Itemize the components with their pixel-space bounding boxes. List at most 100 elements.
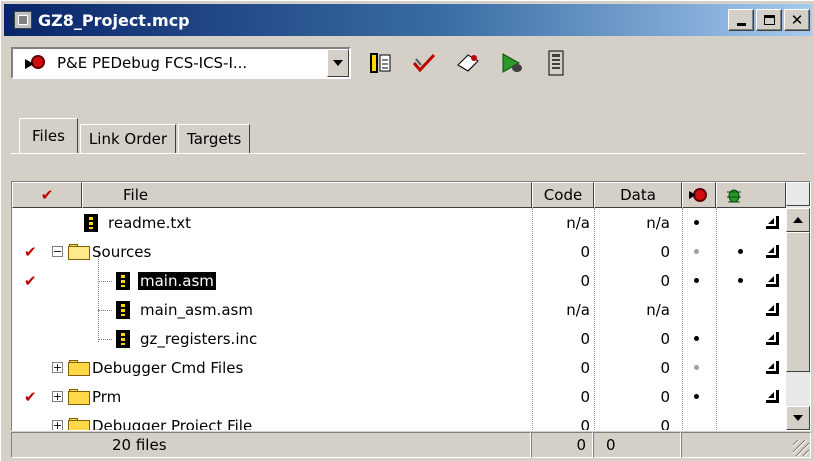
debug-target-icon — [689, 188, 707, 202]
folder-open-icon — [68, 237, 90, 266]
tab-files[interactable]: Files — [19, 118, 78, 154]
touch-check-icon[interactable]: ✔ — [24, 266, 37, 295]
column-debug[interactable] — [682, 182, 716, 208]
file-name: main_asm.asm — [140, 300, 253, 319]
code-size: 0 — [580, 416, 590, 431]
debug-marker[interactable] — [694, 382, 699, 411]
synchronize-button[interactable] — [453, 48, 483, 78]
target-dropdown-button[interactable] — [327, 49, 349, 77]
debug-button[interactable] — [497, 48, 527, 78]
column-data[interactable]: Data — [594, 182, 682, 208]
table-row[interactable]: readme.txt n/a n/a — [12, 208, 786, 237]
bug-marker[interactable] — [738, 237, 743, 266]
table-row[interactable]: gz_registers.inc 0 0 — [12, 324, 786, 353]
tab-divider — [11, 153, 806, 154]
project-tabs: Files Link Order Targets — [19, 118, 252, 154]
file-options-button[interactable] — [766, 266, 779, 295]
options-icon — [766, 390, 779, 403]
table-row[interactable]: main_asm.asm n/a n/a — [12, 295, 786, 324]
debug-marker[interactable] — [694, 237, 699, 266]
debug-marker[interactable] — [694, 208, 699, 237]
target-settings-button[interactable] — [365, 48, 395, 78]
file-options-button[interactable] — [766, 295, 779, 324]
data-size: 0 — [660, 271, 670, 290]
toolbar: P&E PEDebug FCS-ICS-I... — [11, 46, 571, 80]
group-name: Sources — [92, 242, 152, 261]
minimize-icon — [736, 22, 746, 26]
debug-target-icon — [25, 53, 47, 73]
tab-link-order[interactable]: Link Order — [79, 124, 177, 154]
file-options-button[interactable] — [766, 353, 779, 382]
title-bar[interactable]: GZ8_Project.mcp ✕ — [4, 4, 812, 36]
file-name: main.asm — [138, 271, 216, 290]
debug-marker[interactable] — [694, 266, 699, 295]
tab-targets[interactable]: Targets — [178, 124, 251, 154]
file-count: 20 files — [11, 432, 531, 458]
debug-marker[interactable] — [694, 324, 699, 353]
table-row[interactable]: + Debugger Cmd Files 0 0 — [12, 353, 786, 382]
vertical-scrollbar[interactable] — [786, 182, 810, 430]
scroll-down-button[interactable] — [786, 406, 810, 430]
bug-marker[interactable] — [738, 266, 743, 295]
expand-icon[interactable]: + — [52, 411, 63, 430]
target-select[interactable]: P&E PEDebug FCS-ICS-I... — [11, 47, 351, 79]
project-window: GZ8_Project.mcp ✕ P&E PEDebug FCS-ICS-I.… — [0, 0, 814, 461]
status-spacer — [681, 432, 811, 458]
total-data: 0 — [593, 432, 681, 458]
folder-icon — [68, 382, 90, 411]
file-list: ✔ File Code Data readme.txt n/a n/a ✔ − … — [11, 181, 811, 431]
file-options-button[interactable] — [766, 382, 779, 411]
total-code: 0 — [531, 432, 593, 458]
maximize-icon — [763, 15, 775, 25]
file-icon — [116, 324, 130, 353]
code-size: 0 — [580, 242, 590, 261]
minimize-button[interactable] — [728, 9, 754, 31]
status-bar: 20 files 0 0 — [11, 432, 811, 458]
options-icon — [766, 216, 779, 229]
options-icon — [766, 303, 779, 316]
target-select-value: P&E PEDebug FCS-ICS-I... — [57, 54, 248, 72]
options-icon — [766, 332, 779, 345]
group-name: Debugger Project File — [92, 416, 253, 431]
table-row[interactable]: ✔ + Prm 0 0 — [12, 382, 786, 411]
expand-icon[interactable]: + — [52, 382, 63, 411]
file-options-button[interactable] — [766, 324, 779, 353]
maximize-button[interactable] — [756, 9, 782, 31]
file-options-button[interactable] — [766, 208, 779, 237]
data-size: n/a — [646, 213, 670, 232]
table-row[interactable]: ✔ − Sources 0 0 — [12, 237, 786, 266]
folder-icon — [68, 411, 90, 430]
data-size: 0 — [660, 387, 670, 406]
bug-icon — [727, 189, 741, 203]
scroll-up-button[interactable] — [786, 208, 810, 232]
column-touch[interactable]: ✔ — [12, 182, 82, 208]
expand-icon[interactable]: + — [52, 353, 63, 382]
run-button[interactable] — [541, 48, 571, 78]
data-size: n/a — [646, 300, 670, 319]
scroll-thumb[interactable] — [786, 232, 810, 372]
column-code[interactable]: Code — [532, 182, 594, 208]
folder-icon — [68, 353, 90, 382]
touch-check-icon[interactable]: ✔ — [24, 382, 37, 411]
code-size: 0 — [580, 358, 590, 377]
touch-check-icon[interactable]: ✔ — [24, 237, 37, 266]
file-name: gz_registers.inc — [140, 329, 258, 348]
scroll-up-icon — [793, 217, 803, 223]
table-row[interactable]: ✔ main.asm 0 0 — [12, 266, 786, 295]
code-size: 0 — [580, 329, 590, 348]
project-file-icon — [14, 11, 32, 29]
resize-grip-icon[interactable] — [793, 440, 809, 456]
run-icon — [548, 50, 564, 76]
close-icon: ✕ — [790, 11, 804, 29]
make-check-icon — [412, 53, 436, 73]
debug-marker[interactable] — [694, 353, 699, 382]
table-row[interactable]: + Debugger Project File 0 0 — [12, 411, 786, 431]
data-size: 0 — [660, 242, 670, 261]
column-file[interactable]: File — [82, 182, 532, 208]
collapse-icon[interactable]: − — [52, 237, 63, 266]
column-options[interactable] — [716, 182, 786, 208]
file-options-button[interactable] — [766, 237, 779, 266]
close-button[interactable]: ✕ — [784, 9, 810, 31]
make-button[interactable] — [409, 48, 439, 78]
options-icon — [766, 361, 779, 374]
